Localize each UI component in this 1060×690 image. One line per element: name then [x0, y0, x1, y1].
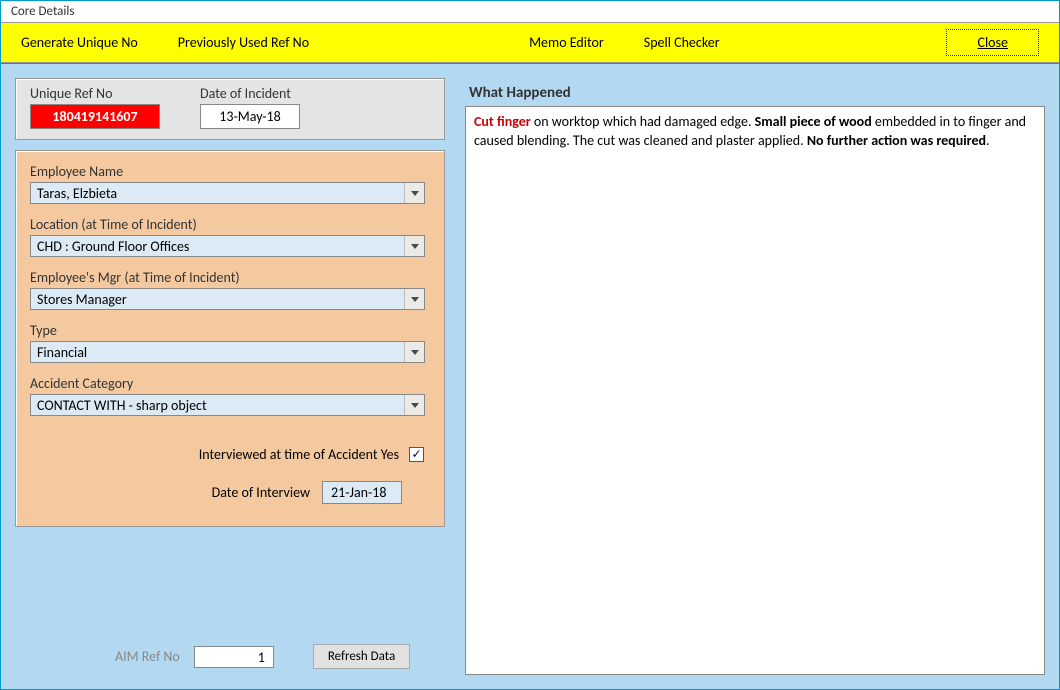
unique-ref-value: 180419141607: [30, 104, 160, 129]
location-label: Location (at Time of Incident): [30, 216, 430, 233]
memo-segment: No further action was required: [807, 132, 986, 149]
memo-segment: on worktop which had damaged edge.: [531, 113, 755, 130]
chevron-down-icon: [404, 289, 424, 309]
memo-segment: Cut finger: [474, 113, 531, 130]
generate-unique-no-button[interactable]: Generate Unique No: [21, 34, 138, 51]
type-label: Type: [30, 322, 430, 339]
incident-date-value: 13-May-18: [200, 104, 300, 129]
chevron-down-icon: [404, 342, 424, 362]
accident-category-value: CONTACT WITH - sharp object: [31, 395, 404, 415]
accident-category-label: Accident Category: [30, 375, 430, 392]
toolbar: Generate Unique No Previously Used Ref N…: [1, 22, 1059, 63]
manager-dropdown[interactable]: Stores Manager: [30, 288, 425, 310]
reference-panel: Unique Ref No 180419141607 Date of Incid…: [15, 78, 445, 140]
interview-date-label: Date of Interview: [212, 484, 310, 501]
what-happened-textarea[interactable]: Cut finger on worktop which had damaged …: [465, 106, 1045, 675]
spell-checker-button[interactable]: Spell Checker: [644, 34, 720, 51]
memo-segment: Small piece of wood: [755, 113, 872, 130]
employee-name-label: Employee Name: [30, 163, 430, 180]
close-button[interactable]: Close: [946, 29, 1039, 56]
manager-label: Employee's Mgr (at Time of Incident): [30, 269, 430, 286]
what-happened-title: What Happened: [469, 84, 1045, 102]
interviewed-checkbox[interactable]: ✓: [409, 447, 424, 462]
chevron-down-icon: [404, 183, 424, 203]
employee-name-dropdown[interactable]: Taras, Elzbieta: [30, 182, 425, 204]
aim-ref-input[interactable]: 1: [194, 646, 274, 668]
location-dropdown[interactable]: CHD : Ground Floor Offices: [30, 235, 425, 257]
interview-date-field[interactable]: 21-Jan-18: [322, 481, 402, 504]
memo-editor-button[interactable]: Memo Editor: [529, 34, 604, 51]
previously-used-ref-button[interactable]: Previously Used Ref No: [178, 34, 309, 51]
location-value: CHD : Ground Floor Offices: [31, 236, 404, 256]
chevron-down-icon: [404, 236, 424, 256]
check-icon: ✓: [411, 447, 421, 462]
unique-ref-label: Unique Ref No: [30, 85, 160, 102]
window-title: Core Details: [1, 1, 1059, 22]
refresh-data-button[interactable]: Refresh Data: [313, 644, 410, 669]
employee-name-value: Taras, Elzbieta: [31, 183, 404, 203]
interviewed-label: Interviewed at time of Accident Yes: [199, 446, 399, 463]
details-form-panel: Employee Name Taras, Elzbieta Location (…: [15, 150, 445, 527]
aim-ref-label: AIM Ref No: [115, 648, 180, 665]
type-value: Financial: [31, 342, 404, 362]
memo-segment: .: [986, 132, 990, 149]
manager-value: Stores Manager: [31, 289, 404, 309]
accident-category-dropdown[interactable]: CONTACT WITH - sharp object: [30, 394, 425, 416]
incident-date-label: Date of Incident: [200, 85, 300, 102]
chevron-down-icon: [404, 395, 424, 415]
type-dropdown[interactable]: Financial: [30, 341, 425, 363]
